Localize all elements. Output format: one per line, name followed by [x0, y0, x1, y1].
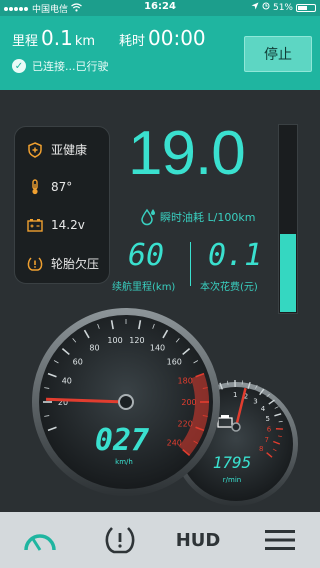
distance-value: 0.1 — [41, 26, 73, 50]
tachometer-tick-label: 5 — [265, 415, 269, 423]
distance-label: 里程 — [12, 34, 39, 49]
duration-value: 00:00 — [148, 26, 206, 50]
gauge-icon — [24, 534, 56, 551]
nav-tire-pressure[interactable] — [100, 522, 140, 558]
thermometer-icon — [32, 179, 38, 195]
tachometer-tick-label: 3 — [253, 397, 257, 405]
speed-unit: km/h — [115, 458, 133, 466]
instant-fuel-label: 瞬时油耗 L/100km — [138, 208, 255, 226]
fuel-level-bar — [278, 124, 298, 314]
tire-warning-text: 轮胎欠压 — [51, 257, 100, 271]
battery-area: 51% — [251, 2, 316, 13]
voltage-value: 14.2v — [51, 218, 85, 232]
tachometer-tick-label: 6 — [267, 425, 272, 433]
trip-cost-label: 本次花费(元) — [200, 282, 258, 293]
tachometer-tick-label: 4 — [261, 405, 266, 413]
coolant-temperature: 87° — [27, 179, 72, 195]
range-label: 续航里程(km) — [112, 282, 176, 293]
tachometer-hub — [231, 422, 241, 432]
trip-header: 里程 0.1 km 耗时 00:00 ✓ 已连接...已行驶 停止 — [0, 16, 320, 90]
speedometer-tick-label: 200 — [181, 398, 196, 407]
vehicle-health-card: 亚健康 87° 14.2v 轮胎欠压 — [14, 126, 110, 284]
connection-status: ✓ 已连接...已行驶 — [12, 58, 109, 74]
temperature-value: 87° — [51, 180, 73, 194]
speedometer-tick-label: 60 — [73, 358, 83, 367]
rpm-readout: 1795 — [213, 453, 252, 472]
connection-status-text: 已连接...已行驶 — [32, 60, 109, 73]
status-bar: 中国电信 16:24 51% — [0, 0, 320, 16]
range-value: 60 — [128, 238, 165, 273]
speedometer-tick-label: 80 — [89, 343, 99, 352]
duration-label: 耗时 — [119, 34, 146, 49]
tachometer-tick-label: 8 — [259, 445, 263, 453]
speedometer-tick-label: 120 — [129, 336, 144, 345]
shield-plus-icon — [28, 141, 42, 158]
trip-distance: 里程 0.1 km — [12, 26, 95, 50]
instant-fuel-value: 19.0 — [128, 119, 246, 188]
car-battery-icon — [27, 219, 43, 232]
health-status-text: 亚健康 — [51, 143, 88, 157]
battery-voltage: 14.2v — [27, 217, 85, 233]
speedometer-tick-label: 40 — [62, 376, 72, 385]
nav-hud[interactable]: HUD — [176, 522, 221, 558]
speedometer-tick-label: 220 — [178, 420, 193, 429]
tire-pressure-warning: 轮胎欠压 — [27, 255, 99, 272]
speedometer-hub — [118, 394, 134, 410]
speedometer-tick-label: 140 — [150, 343, 165, 352]
speedometer: 20406080100 120140160180200220240 027 km/… — [32, 308, 220, 496]
speedometer-tick-label: 160 — [167, 358, 182, 367]
nav-menu[interactable] — [260, 522, 300, 558]
menu-icon — [265, 530, 295, 550]
rpm-unit: r/min — [223, 476, 241, 484]
fuel-drop-icon — [141, 208, 155, 226]
battery-icon — [296, 3, 316, 12]
stop-button[interactable]: 停止 — [244, 36, 312, 72]
trip-cost-value: 0.1 — [208, 238, 263, 273]
speed-readout: 027 — [95, 423, 149, 458]
battery-percent: 51% — [272, 2, 293, 13]
dashboard-panel: 亚健康 87° 14.2v 轮胎欠压 19.0 瞬时油耗 L/100km 60 … — [0, 90, 320, 512]
location-icon — [251, 2, 259, 13]
trip-duration: 耗时 00:00 — [119, 26, 206, 50]
gauge-cluster: 1 2345678 1795 r/min 20406080100 120140160… — [32, 308, 298, 506]
speedometer-tick-label: 180 — [178, 376, 193, 385]
tire-pressure-icon — [27, 256, 43, 271]
health-status: 亚健康 — [27, 141, 87, 158]
speedometer-tick-label: 240 — [167, 438, 182, 447]
instant-fuel-label-text: 瞬时油耗 L/100km — [160, 211, 256, 224]
tire-pressure-nav-icon — [105, 527, 135, 554]
readings-divider — [190, 242, 191, 286]
tachometer-tick-label: 1 — [233, 391, 237, 399]
check-icon: ✓ — [12, 59, 26, 73]
speedometer-tick-label: 100 — [107, 336, 122, 345]
tachometer-tick-label: 7 — [265, 436, 269, 444]
alarm-icon — [262, 2, 270, 13]
distance-unit: km — [74, 34, 96, 49]
bottom-nav: HUD — [0, 512, 320, 568]
nav-dashboard[interactable] — [20, 522, 60, 558]
